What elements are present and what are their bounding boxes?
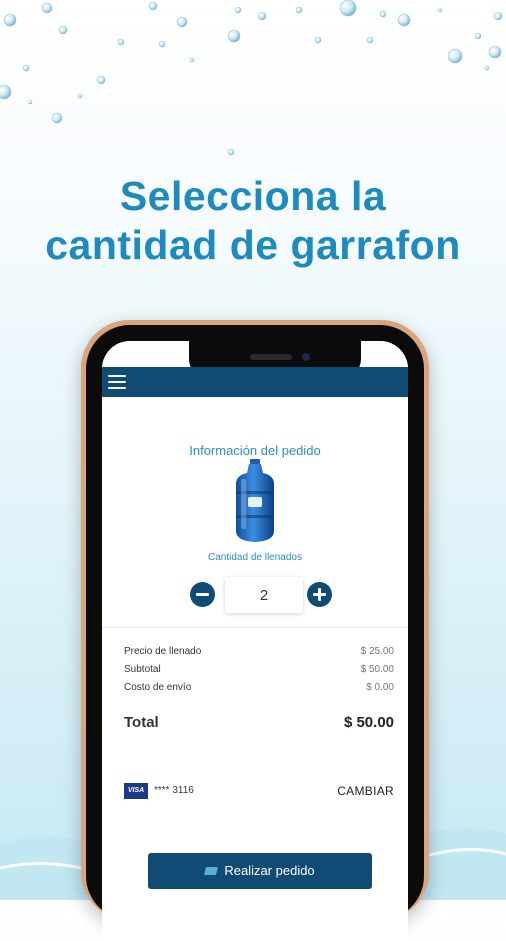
plus-circle-icon[interactable] xyxy=(307,582,332,607)
summary-label: Precio de llenado xyxy=(124,646,202,657)
quantity-stepper xyxy=(190,577,332,613)
total-label: Total xyxy=(124,714,159,731)
hamburger-icon[interactable] xyxy=(108,375,126,389)
summary-value: $ 25.00 xyxy=(360,646,394,657)
total-value: $ 50.00 xyxy=(343,714,394,731)
quantity-input[interactable] xyxy=(225,577,303,613)
divider xyxy=(102,627,408,628)
payment-method: VISA **** 3116 CAMBIAR xyxy=(124,781,394,805)
headline-line-1: Selecciona la xyxy=(119,173,387,219)
ticket-icon xyxy=(204,867,219,875)
total-row: Total $ 50.00 xyxy=(124,714,394,731)
place-order-button[interactable]: Realizar pedido xyxy=(148,853,372,889)
front-camera xyxy=(302,353,310,361)
summary-row-shipping: Costo de envío $ 0.00 xyxy=(124,682,394,693)
place-order-label: Realizar pedido xyxy=(224,863,315,878)
quantity-label: Cantidad de llenados xyxy=(208,552,302,563)
summary-value: $ 0.00 xyxy=(366,682,394,693)
card-number: **** 3116 xyxy=(154,785,194,796)
water-bubbles-decoration xyxy=(0,0,503,156)
summary-row-subtotal: Subtotal $ 50.00 xyxy=(124,664,394,675)
summary-value: $ 50.00 xyxy=(360,664,394,675)
change-payment-button[interactable]: CAMBIAR xyxy=(337,784,394,798)
app-bar xyxy=(102,367,408,397)
phone-bezel: Información del pedido Cantidad de llena… xyxy=(86,325,424,941)
summary-label: Subtotal xyxy=(124,664,161,675)
summary-label: Costo de envío xyxy=(124,682,192,693)
minus-circle-icon[interactable] xyxy=(190,582,215,607)
page-headline: Selecciona la cantidad de garrafon xyxy=(0,172,506,270)
summary-row-price: Precio de llenado $ 25.00 xyxy=(124,646,394,657)
phone-mockup: Información del pedido Cantidad de llena… xyxy=(81,320,429,941)
order-info-title: Información del pedido xyxy=(189,443,321,458)
water-jug-image xyxy=(236,459,274,542)
speaker-grille xyxy=(250,354,292,360)
headline-line-2: cantidad de garrafon xyxy=(45,222,461,268)
visa-card-icon: VISA xyxy=(124,783,148,799)
phone-screen: Información del pedido Cantidad de llena… xyxy=(102,341,408,941)
